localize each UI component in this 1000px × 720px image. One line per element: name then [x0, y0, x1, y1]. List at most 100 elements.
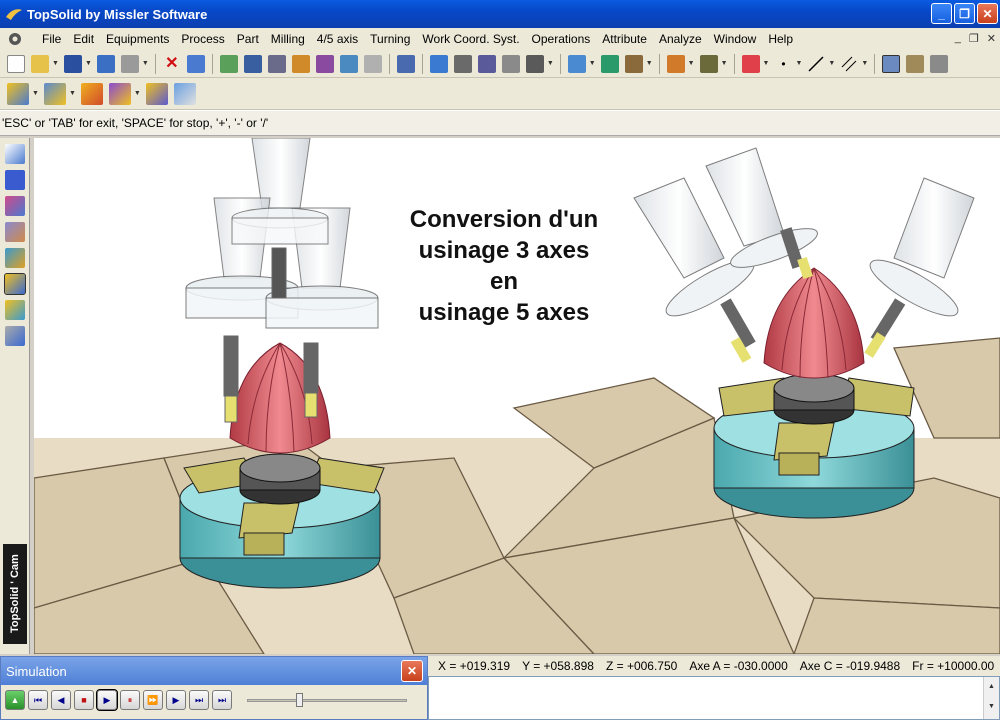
new-file-icon[interactable]: [7, 54, 25, 73]
point-icon[interactable]: •: [774, 55, 792, 73]
menu-help[interactable]: Help: [762, 32, 799, 46]
delete-icon[interactable]: ✕: [163, 55, 181, 73]
gear-icon[interactable]: [4, 30, 26, 48]
cam-mode-icon[interactable]: [4, 273, 26, 295]
surface-icon[interactable]: [5, 196, 25, 216]
menu-turning[interactable]: Turning: [364, 32, 416, 46]
shape-icon[interactable]: [5, 170, 25, 190]
step-back-icon[interactable]: ◀: [51, 690, 71, 710]
menu-equipments[interactable]: Equipments: [100, 32, 175, 46]
stop-icon[interactable]: ■: [74, 690, 94, 710]
pick-icon[interactable]: [396, 54, 415, 73]
slider-thumb[interactable]: [295, 693, 303, 707]
dropdown-arrow-icon[interactable]: ▼: [795, 60, 802, 67]
mdi-restore-button[interactable]: ❐: [969, 32, 979, 45]
menu-milling[interactable]: Milling: [265, 32, 311, 46]
undo-icon[interactable]: [186, 54, 205, 73]
save-icon[interactable]: [63, 54, 82, 73]
step-forward-icon[interactable]: ▶: [166, 690, 186, 710]
select-icon[interactable]: [429, 54, 448, 73]
minimize-button[interactable]: _: [931, 3, 952, 24]
cam-operation-icon[interactable]: [7, 82, 29, 105]
cut-icon[interactable]: [363, 54, 382, 73]
cam-tool-icon[interactable]: [43, 82, 66, 105]
play-icon[interactable]: ▶: [96, 689, 118, 711]
menu-operations[interactable]: Operations: [526, 32, 597, 46]
menu-attribute[interactable]: Attribute: [596, 32, 653, 46]
hatch-icon[interactable]: [840, 55, 858, 73]
hook-icon[interactable]: [501, 54, 520, 73]
dropdown-arrow-icon[interactable]: ▼: [69, 90, 76, 97]
cam-simulate-icon[interactable]: [108, 82, 131, 105]
end-icon[interactable]: ⏭: [212, 690, 232, 710]
print-icon[interactable]: [120, 54, 139, 73]
view-icon[interactable]: [243, 54, 262, 73]
tools-icon[interactable]: [267, 54, 286, 73]
dropdown-arrow-icon[interactable]: ▼: [688, 60, 695, 67]
skip-end-icon[interactable]: ⏭: [189, 690, 209, 710]
mdi-close-button[interactable]: ✕: [987, 32, 996, 45]
maximize-button[interactable]: ❐: [954, 3, 975, 24]
zoom-fit-icon[interactable]: [600, 54, 619, 73]
dropdown-arrow-icon[interactable]: ▼: [763, 60, 770, 67]
menu-file[interactable]: File: [36, 32, 67, 46]
dropdown-arrow-icon[interactable]: ▼: [142, 60, 149, 67]
output-area[interactable]: ▲ ▼: [428, 676, 1000, 720]
scroll-up-icon[interactable]: ▲: [984, 677, 999, 697]
pause-icon[interactable]: ⏸: [120, 690, 140, 710]
menu-analyze[interactable]: Analyze: [653, 32, 708, 46]
menu-edit[interactable]: Edit: [67, 32, 100, 46]
dropdown-arrow-icon[interactable]: ▼: [861, 60, 868, 67]
sheetmetal-icon[interactable]: [5, 248, 25, 268]
drill-icon[interactable]: [339, 54, 358, 73]
info-icon[interactable]: [96, 54, 115, 73]
dropdown-arrow-icon[interactable]: ▼: [646, 60, 653, 67]
paint-icon[interactable]: [666, 54, 685, 73]
dropdown-arrow-icon[interactable]: ▼: [828, 60, 835, 67]
open-folder-icon[interactable]: [31, 54, 49, 73]
refresh-icon[interactable]: [219, 54, 238, 73]
output-scrollbar[interactable]: ▲ ▼: [983, 677, 999, 719]
menu-4-5-axis[interactable]: 4/5 axis: [311, 32, 364, 46]
cam-verify-icon[interactable]: [145, 82, 168, 105]
zoom-icon[interactable]: [567, 54, 586, 73]
grid-icon[interactable]: [930, 54, 949, 73]
check-icon[interactable]: [453, 54, 472, 73]
axis-icon[interactable]: [699, 54, 718, 73]
menu-process[interactable]: Process: [175, 32, 230, 46]
mdi-minimize-button[interactable]: _: [955, 32, 961, 45]
draft-icon[interactable]: [5, 326, 25, 346]
line-icon[interactable]: [807, 55, 825, 73]
scroll-down-icon[interactable]: ▼: [984, 697, 999, 717]
close-button[interactable]: ✕: [977, 3, 998, 24]
dropdown-arrow-icon[interactable]: ▼: [721, 60, 728, 67]
drawing-icon[interactable]: [906, 54, 925, 73]
text-icon[interactable]: [525, 54, 544, 73]
operation-icon[interactable]: [291, 54, 310, 73]
process-icon[interactable]: [315, 54, 334, 73]
bars-icon[interactable]: [477, 54, 496, 73]
dropdown-arrow-icon[interactable]: ▼: [32, 90, 39, 97]
cam-path-icon[interactable]: [80, 82, 103, 105]
menu-part[interactable]: Part: [231, 32, 265, 46]
rewind-start-icon[interactable]: ⏮: [28, 690, 48, 710]
assembly-icon[interactable]: [5, 222, 25, 242]
simulation-close-button[interactable]: ✕: [401, 660, 423, 682]
layer-icon[interactable]: [882, 54, 901, 73]
sketch-icon[interactable]: [5, 144, 25, 164]
speed-slider[interactable]: [247, 690, 407, 710]
color-swatch-icon[interactable]: [741, 54, 760, 73]
dropdown-arrow-icon[interactable]: ▼: [589, 60, 596, 67]
menu-work-coord-syst[interactable]: Work Coord. Syst.: [416, 32, 525, 46]
3d-viewport[interactable]: Conversion d'un usinage 3 axes en usinag…: [34, 138, 1000, 654]
menu-window[interactable]: Window: [708, 32, 763, 46]
dropdown-arrow-icon[interactable]: ▼: [134, 90, 141, 97]
fast-forward-icon[interactable]: ⏩: [143, 690, 163, 710]
dropdown-arrow-icon[interactable]: ▼: [85, 60, 92, 67]
tooling-icon[interactable]: [5, 300, 25, 320]
dropdown-arrow-icon[interactable]: ▼: [52, 60, 59, 67]
eject-icon[interactable]: ▲: [5, 690, 25, 710]
render-icon[interactable]: [624, 54, 643, 73]
dropdown-arrow-icon[interactable]: ▼: [547, 60, 554, 67]
cam-post-icon[interactable]: [173, 82, 196, 105]
